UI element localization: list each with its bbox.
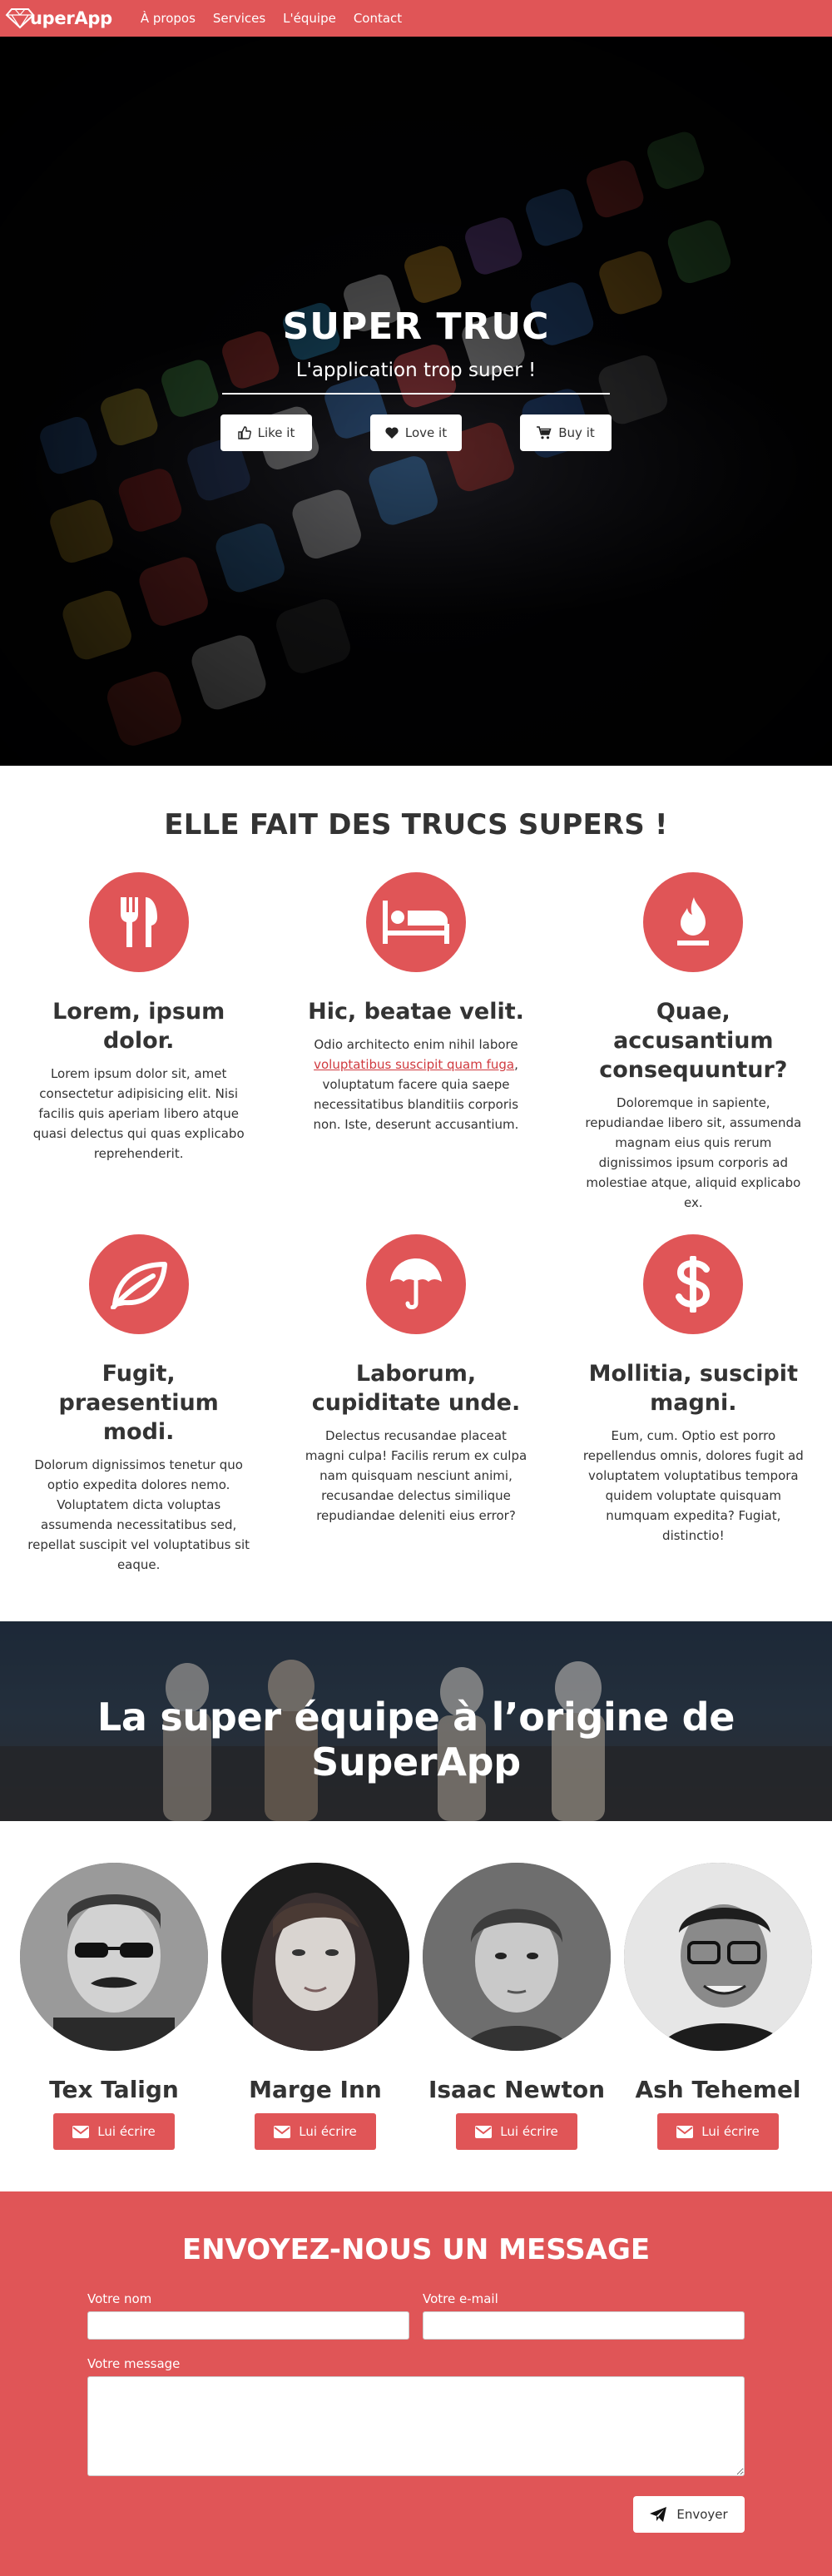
write-button-label: Lui écrire — [299, 2124, 357, 2139]
write-button-label: Lui écrire — [97, 2124, 156, 2139]
shopping-cart-icon — [537, 426, 552, 439]
member-name: Ash Tehemel — [635, 2076, 801, 2103]
cutlery-icon — [88, 872, 189, 972]
buy-button-label: Buy it — [558, 425, 595, 440]
name-label: Votre nom — [87, 2291, 152, 2306]
umbrella-icon — [365, 1234, 466, 1334]
thumbs-up-icon — [237, 426, 251, 439]
feature-title: Hic, beatae velit. — [308, 999, 524, 1025]
features-section: ELLE FAIT DES TRUCS SUPERS ! Lorem, ipsu… — [0, 766, 832, 1621]
avatar — [20, 1863, 208, 2051]
contact-form: Votre nom Votre e-mail Votre message Env… — [87, 2291, 745, 2533]
member-name: Isaac Newton — [428, 2076, 606, 2103]
message-field-group: Votre message — [87, 2356, 745, 2479]
name-field-group: Votre nom — [87, 2291, 409, 2340]
like-button[interactable]: Like it — [220, 414, 312, 451]
like-button-label: Like it — [257, 425, 295, 440]
feature-text: Eum, cum. Optio est porro repellendus om… — [582, 1428, 804, 1543]
write-button-label: Lui écrire — [701, 2124, 760, 2139]
paper-plane-icon — [650, 2507, 667, 2522]
send-row: Envoyer — [87, 2496, 745, 2533]
feature-text-part: Odio architecto enim nihil labore — [314, 1037, 518, 1052]
nav-item-contact[interactable]: Contact — [354, 11, 402, 26]
feature-title: Laborum, cupiditate unde. — [311, 1361, 521, 1416]
feature-title: Lorem, ipsum dolor. — [52, 999, 225, 1054]
nav-links: À propos Services L'équipe Contact — [141, 11, 419, 26]
hero-buttons: Like it Love it Buy it — [0, 414, 832, 451]
feature-text: Lorem ipsum dolor sit, amet consectetur … — [32, 1066, 245, 1161]
team-member: Marge Inn Lui écrire — [221, 1863, 409, 2150]
envelope-icon — [274, 2125, 291, 2138]
nav-item-services[interactable]: Services — [213, 11, 265, 26]
hero-content: SUPER TRUC L'application trop super ! Li… — [0, 305, 832, 451]
message-label: Votre message — [87, 2356, 181, 2371]
feature-text: Odio architecto enim nihil labore volupt… — [305, 1035, 527, 1134]
avatar — [423, 1863, 611, 2051]
dollar-icon — [643, 1234, 744, 1334]
form-row: Votre nom Votre e-mail — [87, 2291, 745, 2340]
feature-text: Doloremque in sapiente, repudiandae libe… — [585, 1095, 802, 1210]
love-button-label: Love it — [404, 425, 448, 440]
feature-title: Quae, accusantium consequuntur? — [599, 999, 788, 1083]
envelope-icon — [676, 2125, 694, 2138]
love-button[interactable]: Love it — [370, 414, 462, 451]
features-title: ELLE FAIT DES TRUCS SUPERS ! — [164, 808, 668, 841]
contact-title: ENVOYEZ-NOUS UN MESSAGE — [181, 2233, 651, 2266]
feature-text: Dolorum dignissimos tenetur quo optio ex… — [27, 1457, 250, 1572]
nav-item-a-propos[interactable]: À propos — [141, 11, 196, 26]
leaf-icon — [88, 1234, 189, 1334]
team-member: Tex Talign Lui écrire — [20, 1863, 208, 2150]
buy-button[interactable]: Buy it — [520, 414, 612, 451]
envelope-icon — [72, 2125, 90, 2138]
feature-text-link[interactable]: voluptatibus suscipit quam fuga — [314, 1057, 514, 1072]
heart-icon — [385, 427, 399, 439]
team-member: Ash Tehemel Lui écrire — [624, 1863, 812, 2150]
member-name: Tex Talign — [49, 2076, 179, 2103]
send-button[interactable]: Envoyer — [633, 2496, 745, 2533]
bed-icon — [365, 872, 466, 972]
hero-subtitle: L'application trop super ! — [295, 360, 537, 381]
write-button[interactable]: Lui écrire — [255, 2113, 376, 2150]
email-field-group: Votre e-mail — [423, 2291, 745, 2340]
avatar — [221, 1863, 409, 2051]
feature-card: Fugit, praesentium modi. Dolorum digniss… — [0, 1234, 277, 1575]
team-banner: La super équipe à l’origine de SuperApp — [0, 1621, 832, 1821]
hero-divider — [222, 393, 610, 395]
message-textarea[interactable] — [87, 2376, 745, 2476]
feature-text: Delectus recusandae placeat magni culpa!… — [305, 1428, 527, 1523]
feature-card: Lorem, ipsum dolor. Lorem ipsum dolor si… — [0, 872, 277, 1213]
hero-section: SUPER TRUC L'application trop super ! Li… — [0, 37, 832, 766]
write-button[interactable]: Lui écrire — [456, 2113, 577, 2150]
feature-card: Quae, accusantium consequuntur? Doloremq… — [555, 872, 832, 1213]
email-input[interactable] — [423, 2311, 745, 2340]
feature-title: Fugit, praesentium modi. — [58, 1361, 219, 1445]
send-button-label: Envoyer — [676, 2507, 728, 2522]
feature-card: Mollitia, suscipit magni. Eum, cum. Opti… — [555, 1234, 832, 1575]
feature-card: Hic, beatae velit. Odio architecto enim … — [277, 872, 554, 1213]
hero-title: SUPER TRUC — [282, 305, 550, 348]
navbar: uperApp À propos Services L'équipe Conta… — [0, 0, 832, 37]
name-input[interactable] — [87, 2311, 409, 2340]
member-name: Marge Inn — [249, 2076, 382, 2103]
avatar — [624, 1863, 812, 2051]
write-button-label: Lui écrire — [500, 2124, 558, 2139]
brand-name: uperApp — [30, 8, 112, 28]
team-member: Isaac Newton Lui écrire — [423, 1863, 611, 2150]
write-button[interactable]: Lui écrire — [657, 2113, 779, 2150]
fire-icon — [643, 872, 744, 972]
team-section: Tex Talign Lui écrire Marge Inn Lui écri… — [0, 1821, 832, 2191]
feature-card: Laborum, cupiditate unde. Delectus recus… — [277, 1234, 554, 1575]
features-grid: Lorem, ipsum dolor. Lorem ipsum dolor si… — [0, 872, 832, 1596]
nav-item-equipe[interactable]: L'équipe — [283, 11, 336, 26]
write-button[interactable]: Lui écrire — [53, 2113, 175, 2150]
brand-link[interactable]: uperApp — [5, 7, 112, 30]
email-label: Votre e-mail — [423, 2291, 498, 2306]
feature-title: Mollitia, suscipit magni. — [588, 1361, 798, 1416]
team-banner-title: La super équipe à l’origine de SuperApp — [97, 1695, 735, 1784]
envelope-icon — [475, 2125, 493, 2138]
contact-section: ENVOYEZ-NOUS UN MESSAGE Votre nom Votre … — [0, 2191, 832, 2576]
